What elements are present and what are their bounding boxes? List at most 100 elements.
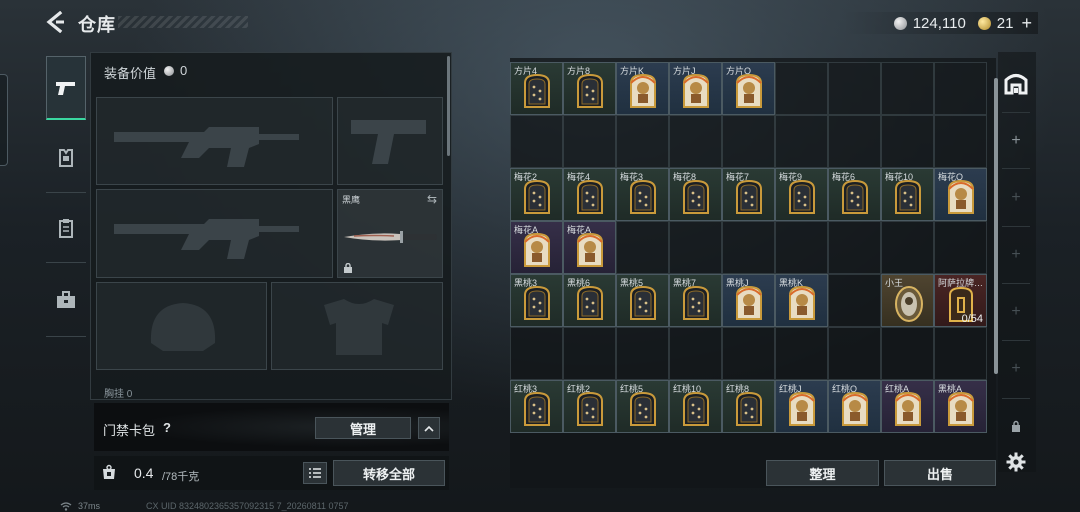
secondary-weapon-slot[interactable] — [96, 189, 333, 278]
storage-item[interactable]: 方片K — [616, 62, 669, 115]
weight-max: /78千克 — [162, 471, 200, 483]
manage-button[interactable]: 管理 — [315, 417, 411, 439]
collapse-button[interactable] — [418, 417, 440, 439]
currency-bar: 124,110 21 + — [842, 12, 1038, 34]
storage-cell[interactable] — [669, 115, 722, 168]
storage-item[interactable]: 红桃Q — [828, 380, 881, 433]
storage-item[interactable]: 黑桃K — [775, 274, 828, 327]
storage-cell[interactable] — [563, 115, 616, 168]
storage-item[interactable]: 红桃A — [881, 380, 934, 433]
storage-cell[interactable] — [510, 327, 563, 380]
add-storage-tab-button[interactable]: + — [1008, 133, 1024, 149]
storage-item[interactable]: 梅花3 — [616, 168, 669, 221]
body-armor-slot[interactable] — [271, 282, 443, 370]
tab-armor[interactable] — [46, 126, 86, 190]
storage-item[interactable]: 梅花2 — [510, 168, 563, 221]
item-art — [522, 285, 552, 326]
storage-item[interactable]: 梅花4 — [563, 168, 616, 221]
list-view-button[interactable] — [303, 462, 327, 484]
storage-cell[interactable] — [934, 221, 987, 274]
add-storage-tab-button[interactable]: + — [1008, 361, 1024, 377]
storage-item[interactable]: 红桃5 — [616, 380, 669, 433]
tab-clipboard[interactable] — [46, 196, 86, 260]
storage-cell[interactable] — [722, 221, 775, 274]
storage-item[interactable]: 红桃10 — [669, 380, 722, 433]
storage-cell[interactable] — [616, 115, 669, 168]
transfer-all-button[interactable]: 转移全部 — [333, 460, 445, 486]
storage-item[interactable]: 方片J — [669, 62, 722, 115]
storage-item[interactable]: 黑桃A — [934, 380, 987, 433]
face-card-icon — [577, 232, 603, 267]
tab-supplies[interactable] — [46, 268, 86, 332]
sell-button[interactable]: 出售 — [884, 460, 996, 486]
storage-item[interactable]: 梅花7 — [722, 168, 775, 221]
storage-item[interactable]: 红桃8 — [722, 380, 775, 433]
storage-item[interactable]: 黑桃3 — [510, 274, 563, 327]
storage-cell[interactable] — [934, 62, 987, 115]
storage-item[interactable]: 红桃2 — [563, 380, 616, 433]
add-storage-tab-button[interactable]: + — [1008, 304, 1024, 320]
clipboard-icon — [59, 219, 73, 238]
storage-cell[interactable] — [563, 327, 616, 380]
storage-cell[interactable] — [828, 274, 881, 327]
storage-cell[interactable] — [510, 115, 563, 168]
help-icon[interactable]: ? — [163, 420, 171, 435]
side-drawer-handle[interactable] — [0, 74, 8, 166]
storage-item[interactable]: 梅花A — [563, 221, 616, 274]
storage-item[interactable]: 方片8 — [563, 62, 616, 115]
sort-button[interactable]: 整理 — [766, 460, 879, 486]
swap-icon[interactable]: ⇆ — [427, 192, 437, 206]
storage-cell[interactable] — [934, 115, 987, 168]
storage-item[interactable]: 梅花Q — [934, 168, 987, 221]
storage-item[interactable]: 阿萨拉牌… 0/54 — [934, 274, 987, 327]
storage-cell[interactable] — [669, 327, 722, 380]
equipment-scrollbar[interactable] — [447, 56, 450, 156]
storage-item[interactable]: 梅花9 — [775, 168, 828, 221]
storage-item[interactable]: 红桃J — [775, 380, 828, 433]
storage-item[interactable]: 方片Q — [722, 62, 775, 115]
storage-item[interactable]: 黑桃6 — [563, 274, 616, 327]
storage-cell[interactable] — [616, 327, 669, 380]
storage-cell[interactable] — [775, 62, 828, 115]
lock-icon — [344, 263, 352, 273]
add-storage-tab-button[interactable]: + — [1008, 190, 1024, 206]
storage-cell[interactable] — [775, 115, 828, 168]
storage-cell[interactable] — [934, 327, 987, 380]
tab-weapons[interactable] — [46, 56, 86, 120]
storage-item[interactable]: 黑桃5 — [616, 274, 669, 327]
storage-item[interactable]: 黑桃J — [722, 274, 775, 327]
storage-item[interactable]: 梅花6 — [828, 168, 881, 221]
storage-item[interactable]: 小王 — [881, 274, 934, 327]
storage-cell[interactable] — [828, 327, 881, 380]
playing-card-icon — [683, 179, 709, 214]
item-art — [840, 179, 870, 220]
storage-item[interactable]: 红桃3 — [510, 380, 563, 433]
melee-slot[interactable]: 黑鹰 ⇆ — [337, 189, 443, 278]
pistol-slot[interactable] — [337, 97, 443, 185]
storage-cell[interactable] — [881, 327, 934, 380]
storage-cell[interactable] — [881, 62, 934, 115]
tab-main-storage[interactable] — [998, 58, 1034, 108]
storage-cell[interactable] — [669, 221, 722, 274]
storage-item[interactable]: 方片4 — [510, 62, 563, 115]
storage-cell[interactable] — [775, 327, 828, 380]
storage-item[interactable]: 梅花A — [510, 221, 563, 274]
add-currency-button[interactable]: + — [1021, 13, 1032, 34]
storage-item[interactable]: 黑桃7 — [669, 274, 722, 327]
back-arrow-icon[interactable] — [44, 11, 66, 33]
primary-weapon-slot[interactable] — [96, 97, 333, 185]
storage-cell[interactable] — [775, 221, 828, 274]
storage-cell[interactable] — [828, 62, 881, 115]
storage-cell[interactable] — [881, 115, 934, 168]
storage-item[interactable]: 梅花10 — [881, 168, 934, 221]
storage-cell[interactable] — [881, 221, 934, 274]
storage-cell[interactable] — [828, 115, 881, 168]
storage-item[interactable]: 梅花8 — [669, 168, 722, 221]
gear-icon[interactable] — [1006, 452, 1026, 472]
helmet-slot[interactable] — [96, 282, 267, 370]
storage-cell[interactable] — [828, 221, 881, 274]
storage-cell[interactable] — [722, 327, 775, 380]
add-storage-tab-button[interactable]: + — [1008, 247, 1024, 263]
storage-cell[interactable] — [722, 115, 775, 168]
storage-cell[interactable] — [616, 221, 669, 274]
